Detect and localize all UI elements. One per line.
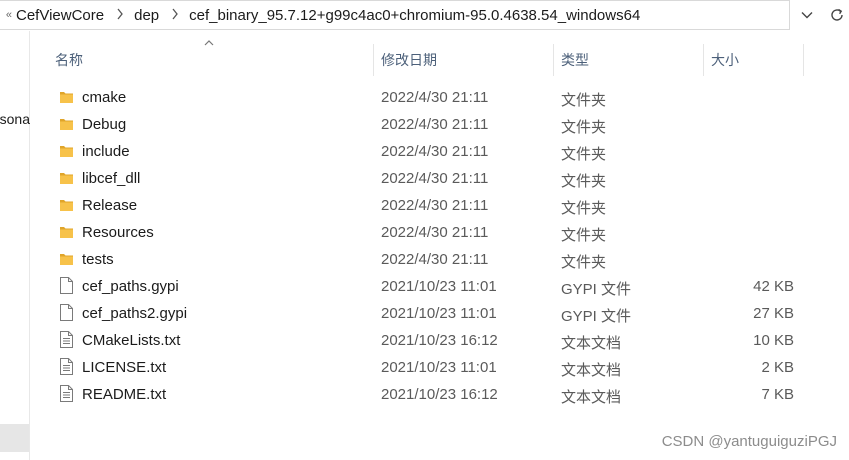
file-list: cmake 2022/4/30 21:11 文件夹 Debug 2022/4/3…	[46, 84, 806, 408]
column-header-size[interactable]: 大小	[702, 44, 804, 76]
file-name: Resources	[82, 224, 154, 241]
text-file-icon	[59, 331, 74, 352]
file-size: 7 KB	[761, 386, 794, 403]
file-icon	[59, 277, 74, 298]
file-size: 42 KB	[753, 278, 794, 295]
refresh-icon	[831, 8, 843, 21]
file-date: 2021/10/23 11:01	[381, 359, 497, 376]
file-type: 文本文档	[561, 335, 622, 352]
chevron-right-icon[interactable]	[110, 8, 130, 23]
file-date: 2022/4/30 21:11	[381, 89, 489, 106]
file-type: 文件夹	[561, 227, 607, 244]
file-date: 2021/10/23 11:01	[381, 278, 497, 295]
file-type: 文本文档	[561, 362, 622, 379]
file-type: GYPI 文件	[561, 308, 632, 325]
folder-icon	[59, 225, 74, 243]
file-type: GYPI 文件	[561, 281, 632, 298]
file-row[interactable]: cef_paths.gypi 2021/10/23 11:01 GYPI 文件 …	[46, 273, 806, 300]
file-date: 2022/4/30 21:11	[381, 224, 489, 241]
file-date: 2022/4/30 21:11	[381, 197, 489, 214]
file-name: cef_paths2.gypi	[82, 305, 188, 322]
text-file-icon	[59, 385, 74, 406]
file-type: 文件夹	[561, 200, 607, 217]
file-date: 2022/4/30 21:11	[381, 251, 489, 268]
file-row[interactable]: Resources 2022/4/30 21:11 文件夹	[46, 219, 806, 246]
refresh-button[interactable]	[825, 4, 849, 26]
file-size: 27 KB	[753, 305, 794, 322]
file-row[interactable]: Debug 2022/4/30 21:11 文件夹	[46, 111, 806, 138]
file-name: LICENSE.txt	[82, 359, 167, 376]
folder-icon	[59, 252, 74, 270]
file-date: 2021/10/23 11:01	[381, 305, 497, 322]
folder-icon	[59, 117, 74, 135]
chevron-down-icon	[801, 12, 813, 19]
folder-icon	[59, 198, 74, 216]
file-name: cmake	[82, 89, 127, 106]
file-type: 文件夹	[561, 119, 607, 136]
file-icon	[59, 304, 74, 325]
text-file-icon	[59, 358, 74, 379]
file-row[interactable]: CMakeLists.txt 2021/10/23 16:12 文本文档 10 …	[46, 327, 806, 354]
file-name: cef_paths.gypi	[82, 278, 179, 295]
file-row[interactable]: Release 2022/4/30 21:11 文件夹	[46, 192, 806, 219]
breadcrumb-dep[interactable]: dep	[130, 7, 165, 24]
file-name: Debug	[82, 116, 127, 133]
file-type: 文件夹	[561, 254, 607, 271]
file-type: 文件夹	[561, 146, 607, 163]
file-name: include	[82, 143, 130, 160]
column-header-row: 名称 修改日期 类型 大小	[46, 40, 806, 76]
file-row[interactable]: cef_paths2.gypi 2021/10/23 11:01 GYPI 文件…	[46, 300, 806, 327]
nav-item-label[interactable]: sona	[0, 111, 30, 127]
file-row[interactable]: README.txt 2021/10/23 16:12 文本文档 7 KB	[46, 381, 806, 408]
file-size: 10 KB	[753, 332, 794, 349]
nav-selected-item[interactable]	[0, 424, 29, 452]
file-row[interactable]: libcef_dll 2022/4/30 21:11 文件夹	[46, 165, 806, 192]
file-name: README.txt	[82, 386, 167, 403]
breadcrumb-cef-binary[interactable]: cef_binary_95.7.12+g99c4ac0+chromium-95.…	[185, 7, 646, 24]
file-date: 2022/4/30 21:11	[381, 143, 489, 160]
folder-icon	[59, 171, 74, 189]
breadcrumb-cefviewcore[interactable]: CefViewCore	[12, 7, 110, 24]
file-name: Release	[82, 197, 138, 214]
breadcrumb-overflow-icon[interactable]: «	[0, 9, 12, 21]
column-header-type[interactable]: 类型	[552, 44, 704, 76]
file-name: tests	[82, 251, 114, 268]
file-name: CMakeLists.txt	[82, 332, 181, 349]
file-type: 文本文档	[561, 389, 622, 406]
file-date: 2022/4/30 21:11	[381, 116, 489, 133]
folder-icon	[59, 144, 74, 162]
file-size: 2 KB	[761, 359, 794, 376]
file-date: 2021/10/23 16:12	[381, 386, 498, 403]
file-date: 2022/4/30 21:11	[381, 170, 489, 187]
column-header-date[interactable]: 修改日期	[372, 44, 554, 76]
address-bar[interactable]: « CefViewCore dep cef_binary_95.7.12+g99…	[0, 0, 790, 30]
folder-icon	[59, 90, 74, 108]
file-date: 2021/10/23 16:12	[381, 332, 498, 349]
file-type: 文件夹	[561, 173, 607, 190]
file-row[interactable]: LICENSE.txt 2021/10/23 11:01 文本文档 2 KB	[46, 354, 806, 381]
navigation-pane[interactable]: sona	[0, 31, 30, 460]
file-name: libcef_dll	[82, 170, 141, 187]
address-history-button[interactable]	[795, 4, 819, 26]
file-row[interactable]: include 2022/4/30 21:11 文件夹	[46, 138, 806, 165]
column-header-name[interactable]: 名称	[46, 44, 374, 76]
watermark: CSDN @yantuguiguziPGJ	[661, 433, 837, 450]
file-row[interactable]: tests 2022/4/30 21:11 文件夹	[46, 246, 806, 273]
chevron-right-icon[interactable]	[165, 8, 185, 23]
file-row[interactable]: cmake 2022/4/30 21:11 文件夹	[46, 84, 806, 111]
file-type: 文件夹	[561, 92, 607, 109]
